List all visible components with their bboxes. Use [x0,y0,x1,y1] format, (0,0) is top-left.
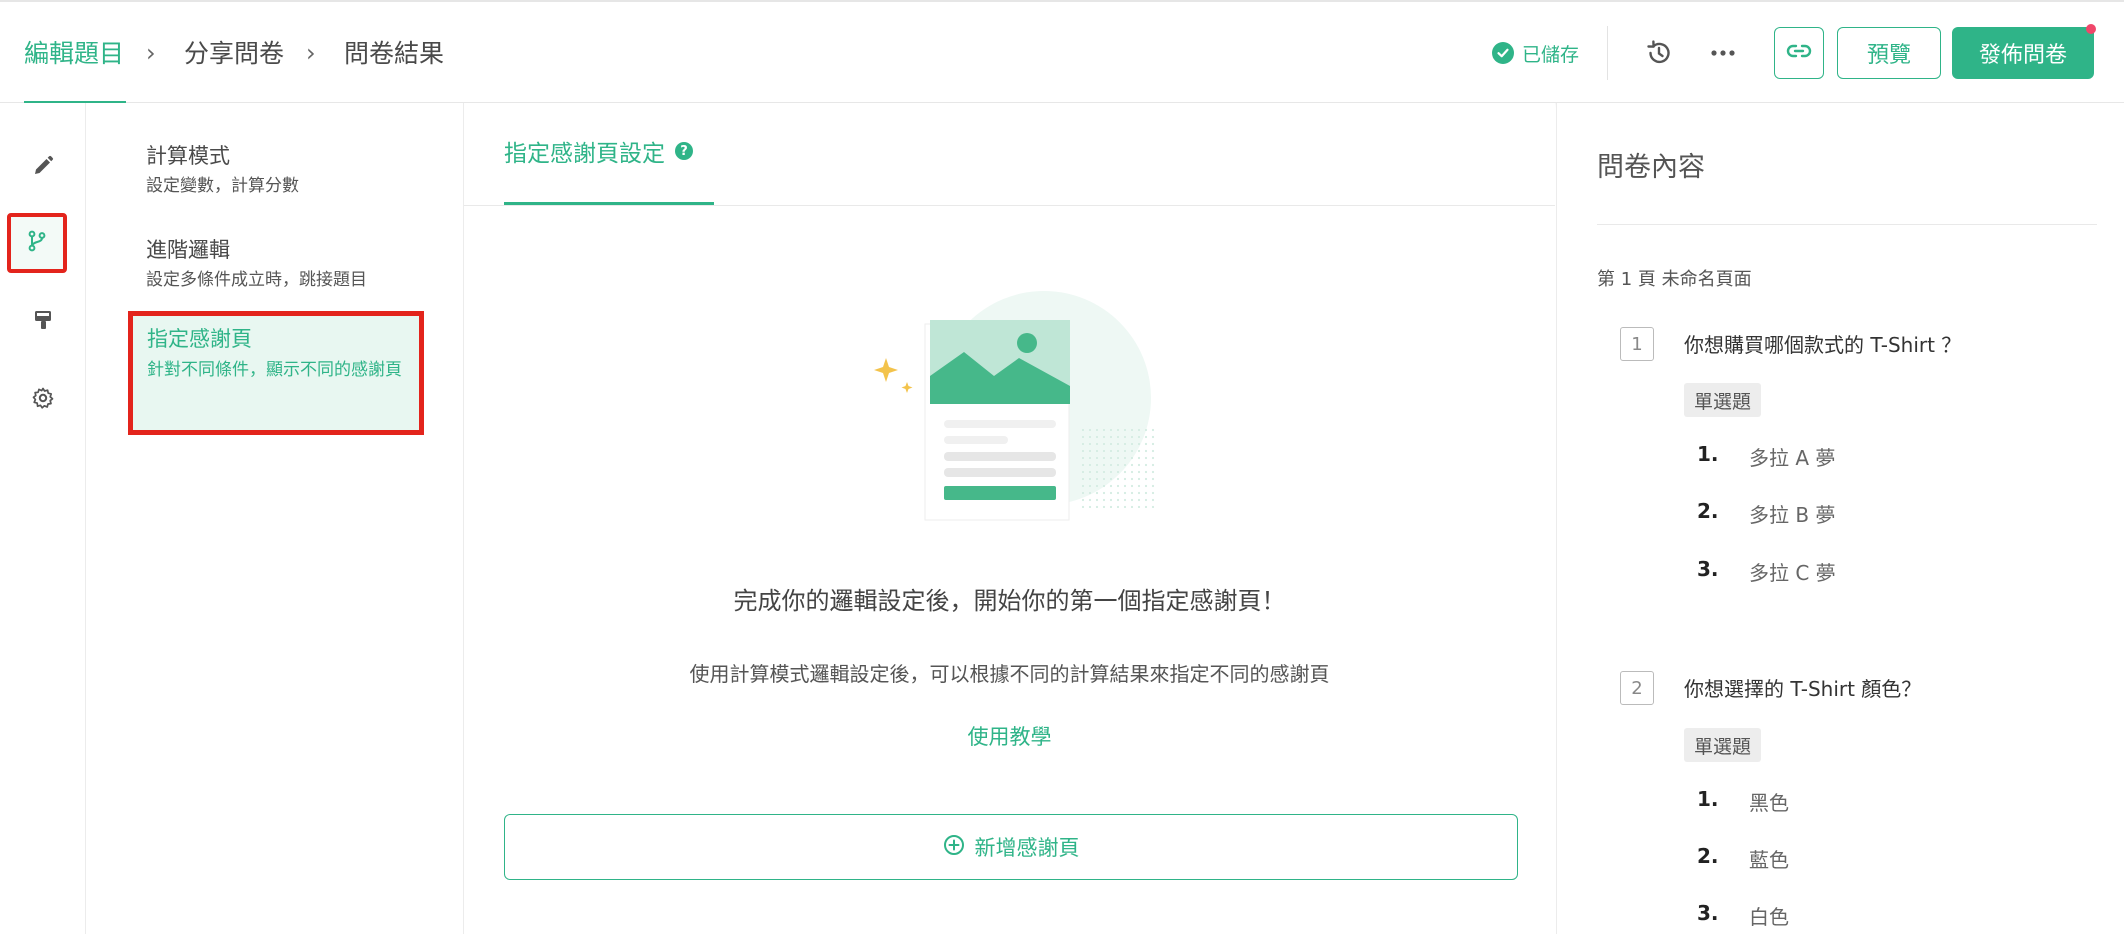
option-number: 1. [1697,787,1719,811]
panel-divider [1597,224,2097,225]
rail-edit-button[interactable] [18,143,68,193]
pencil-icon [31,154,55,182]
tab-divider [464,205,1555,206]
preview-button[interactable]: 預覽 [1837,27,1941,79]
option-text: 白色 [1749,905,1789,929]
gear-icon [31,386,55,414]
subnav-item-desc: 針對不同條件，顯示不同的感謝頁 [147,360,402,380]
question-number-badge: 1 [1620,327,1654,361]
rail-logic-button[interactable] [7,213,67,273]
branch-logic-icon [25,229,49,257]
subnav-item-calculation-mode[interactable]: 計算模式 設定變數，計算分數 [146,141,416,199]
toolbar-divider [1607,26,1608,80]
breadcrumb-survey-results[interactable]: 問卷結果 [344,36,444,72]
add-thank-you-page-button[interactable]: 新增感謝頁 [504,814,1518,880]
question-title[interactable]: 你想選擇的 T-Shirt 顏色？ [1684,673,1921,702]
subnav-item-title: 指定感謝頁 [147,327,252,351]
list-item: 1. 多拉 A 夢 [1697,442,1835,471]
panel-title: 問卷內容 [1597,152,1705,183]
subnav-item-thank-you-page[interactable]: 指定感謝頁 針對不同條件，顯示不同的感謝頁 [128,311,424,435]
icon-rail [0,103,86,934]
option-text: 多拉 A 夢 [1749,446,1836,470]
add-button-label: 新增感謝頁 [974,836,1080,860]
list-item: 2. 多拉 B 夢 [1697,499,1835,528]
option-number: 3. [1697,557,1719,581]
list-item: 3. 多拉 C 夢 [1697,557,1836,586]
survey-content-panel: 問卷內容 第 1 頁 未命名頁面 1 你想購買哪個款式的 T-Shirt ？ 單… [1556,103,2124,934]
list-item: 1. 黑色 [1697,787,1789,816]
empty-state-illustration [864,288,1164,528]
option-number: 2. [1697,499,1719,523]
subnav-item-desc: 設定多條件成立時，跳接題目 [146,270,367,290]
question-type-badge: 單選題 [1684,383,1762,417]
copy-link-button[interactable] [1774,27,1824,79]
tab-label: 指定感謝頁設定 [504,141,665,167]
link-icon [1786,38,1812,68]
question-number-badge: 2 [1620,671,1654,705]
option-text: 黑色 [1749,791,1789,815]
help-icon[interactable]: ? [675,142,693,160]
breadcrumb-edit-questions[interactable]: 編輯題目 [24,36,124,72]
main-panel: 指定感謝頁設定 ? 完成你的邏輯設定後，開始你的第一個指定感謝頁！ 使用計算模式… [464,103,1555,934]
empty-state-title: 完成你的邏輯設定後，開始你的第一個指定感謝頁！ [733,587,1286,615]
tutorial-link[interactable]: 使用教學 [464,721,1555,751]
option-number: 2. [1697,844,1719,868]
check-circle-icon [1492,42,1514,64]
page-label: 第 1 頁 未命名頁面 [1597,269,1752,290]
option-text: 多拉 C 夢 [1749,561,1836,585]
subnav-item-title: 計算模式 [146,144,230,168]
list-item: 2. 藍色 [1697,844,1789,873]
option-number: 3. [1697,901,1719,925]
subnav-item-desc: 設定變數，計算分數 [146,176,299,196]
save-status-label: 已儲存 [1522,43,1580,66]
question-type-badge: 單選題 [1684,728,1762,762]
rail-style-button[interactable] [18,297,68,347]
plus-circle-icon [943,834,965,861]
subnav-item-title: 進階邏輯 [146,238,230,262]
more-icon[interactable] [1706,36,1740,70]
option-number: 1. [1697,442,1719,466]
option-text: 多拉 B 夢 [1749,503,1836,527]
option-text: 藍色 [1749,848,1789,872]
chevron-right-icon: › [306,39,316,67]
list-item: 3. 白色 [1697,901,1789,930]
publish-survey-button[interactable]: 發佈問卷 [1952,27,2094,79]
subnav-item-advanced-logic[interactable]: 進階邏輯 設定多條件成立時，跳接題目 [146,235,416,293]
empty-state-description: 使用計算模式邏輯設定後，可以根據不同的計算結果來指定不同的感謝頁 [689,662,1330,686]
chevron-right-icon: › [146,39,156,67]
question-title[interactable]: 你想購買哪個款式的 T-Shirt ？ [1684,329,1961,358]
logic-subnav: 計算模式 設定變數，計算分數 進階邏輯 設定多條件成立時，跳接題目 指定感謝頁 … [86,103,464,934]
paint-brush-icon [31,308,55,336]
history-icon[interactable] [1642,36,1676,70]
breadcrumb-share-survey[interactable]: 分享問卷 [184,36,284,72]
top-bar: 編輯題目 › 分享問卷 › 問卷結果 已儲存 預覽 發佈問卷 [0,0,2124,104]
rail-settings-button[interactable] [18,375,68,425]
notification-dot [2086,24,2096,34]
tab-thank-you-settings[interactable]: 指定感謝頁設定 ? [504,133,693,169]
save-status: 已儲存 [1492,38,1579,68]
